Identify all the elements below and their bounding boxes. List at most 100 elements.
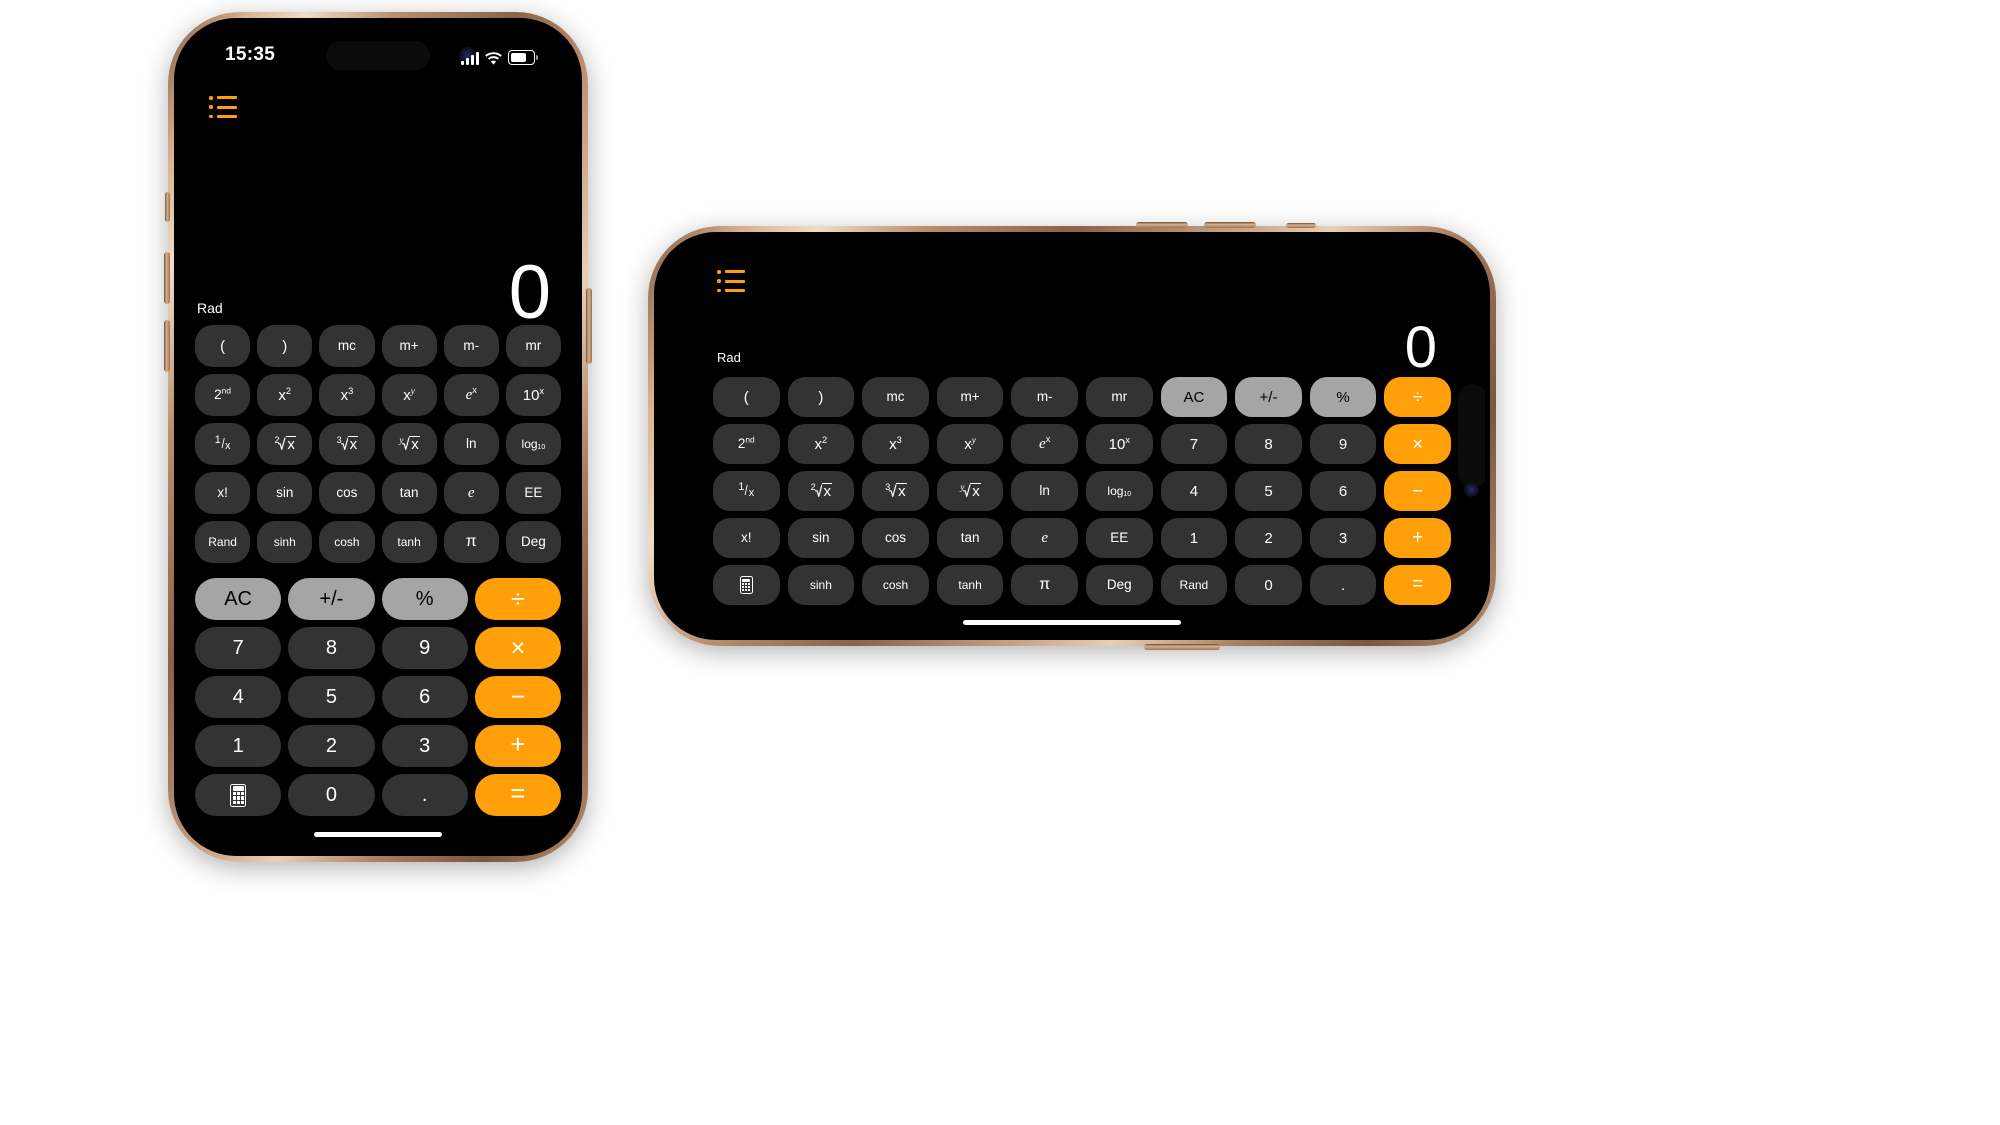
key-memory-clear[interactable]: mc	[862, 377, 929, 417]
key-log-base-10[interactable]: log10	[505, 423, 561, 465]
volume-up-button[interactable]	[164, 252, 170, 304]
volume-down-button[interactable]	[164, 320, 170, 372]
key-basic-calculator[interactable]	[713, 565, 780, 605]
key-hyperbolic-tangent[interactable]: tanh	[381, 521, 437, 563]
key-6[interactable]: 6	[1309, 471, 1377, 511]
key-divide[interactable]: ÷	[474, 578, 561, 620]
key-e-to-x[interactable]: ex	[1011, 424, 1078, 464]
key-pi[interactable]: π	[1011, 565, 1078, 605]
key-hyperbolic-sine[interactable]: sinh	[257, 521, 313, 563]
key-natural-log[interactable]: ln	[443, 423, 499, 465]
key-x-cubed[interactable]: x3	[862, 424, 929, 464]
key-cosine[interactable]: cos	[319, 472, 375, 514]
key-exponent-entry[interactable]: EE	[1085, 518, 1153, 558]
key-2[interactable]: 2	[288, 725, 375, 767]
key-y-root[interactable]: yx	[936, 471, 1004, 511]
key-hyperbolic-sine[interactable]: sinh	[787, 565, 855, 605]
key-hyperbolic-cosine[interactable]: cosh	[319, 521, 375, 563]
key-percent[interactable]: %	[1309, 377, 1377, 417]
power-button[interactable]	[1144, 644, 1220, 650]
key-9[interactable]: 9	[1309, 424, 1377, 464]
key-sign-toggle[interactable]: +/-	[1235, 377, 1302, 417]
key-hyperbolic-tangent[interactable]: tanh	[936, 565, 1004, 605]
key-4[interactable]: 4	[195, 676, 282, 718]
volume-up-button[interactable]	[1204, 222, 1256, 228]
key-equals[interactable]: =	[474, 774, 561, 816]
key-subtract[interactable]: −	[474, 676, 561, 718]
key-reciprocal[interactable]: 1/x	[195, 423, 251, 465]
key-cube-root[interactable]: 3x	[319, 423, 375, 465]
key-x-cubed[interactable]: x3	[319, 374, 375, 416]
key-memory-recall[interactable]: mr	[505, 325, 561, 367]
key-5[interactable]: 5	[1235, 471, 1302, 511]
key-x-squared[interactable]: x2	[787, 424, 855, 464]
key-memory-add[interactable]: m+	[381, 325, 437, 367]
key-basic-calculator[interactable]	[195, 774, 282, 816]
key-multiply[interactable]: ×	[474, 627, 561, 669]
key-hyperbolic-cosine[interactable]: cosh	[862, 565, 929, 605]
key-open-paren[interactable]: (	[713, 377, 780, 417]
key-cube-root[interactable]: 3x	[862, 471, 929, 511]
key-8[interactable]: 8	[1235, 424, 1302, 464]
key-close-paren[interactable]: )	[257, 325, 313, 367]
key-square-root[interactable]: 2x	[787, 471, 855, 511]
key-random[interactable]: Rand	[195, 521, 251, 563]
key-8[interactable]: 8	[288, 627, 375, 669]
list-bullet-icon[interactable]	[717, 270, 745, 292]
key-second-function[interactable]: 2nd	[713, 424, 780, 464]
key-4[interactable]: 4	[1160, 471, 1228, 511]
key-sign-toggle[interactable]: +/-	[288, 578, 375, 620]
key-x-to-y[interactable]: xy	[381, 374, 437, 416]
key-memory-subtract[interactable]: m-	[1011, 377, 1078, 417]
key-x-to-y[interactable]: xy	[936, 424, 1004, 464]
key-2[interactable]: 2	[1235, 518, 1302, 558]
key-7[interactable]: 7	[195, 627, 282, 669]
key-memory-add[interactable]: m+	[936, 377, 1004, 417]
silent-switch[interactable]	[165, 192, 170, 222]
key-0[interactable]: 0	[1235, 565, 1302, 605]
key-equals[interactable]: =	[1384, 565, 1451, 605]
key-divide[interactable]: ÷	[1384, 377, 1451, 417]
key-ten-to-x[interactable]: 10x	[505, 374, 561, 416]
key-sine[interactable]: sin	[787, 518, 855, 558]
key-second-function[interactable]: 2nd	[195, 374, 251, 416]
key-memory-clear[interactable]: mc	[319, 325, 375, 367]
silent-switch[interactable]	[1286, 223, 1316, 228]
key-memory-recall[interactable]: mr	[1085, 377, 1153, 417]
key-close-paren[interactable]: )	[787, 377, 855, 417]
key-5[interactable]: 5	[288, 676, 375, 718]
key-add[interactable]: +	[474, 725, 561, 767]
key-square-root[interactable]: 2x	[257, 423, 313, 465]
key-factorial[interactable]: x!	[195, 472, 251, 514]
key-cosine[interactable]: cos	[862, 518, 929, 558]
key-open-paren[interactable]: (	[195, 325, 251, 367]
home-indicator[interactable]	[314, 832, 442, 837]
key-natural-log[interactable]: ln	[1011, 471, 1078, 511]
key-random[interactable]: Rand	[1160, 565, 1228, 605]
key-e-to-x[interactable]: ex	[443, 374, 499, 416]
list-bullet-icon[interactable]	[209, 96, 237, 118]
power-button[interactable]	[586, 288, 592, 364]
key-x-squared[interactable]: x2	[257, 374, 313, 416]
volume-down-button[interactable]	[1136, 222, 1188, 228]
key-3[interactable]: 3	[381, 725, 468, 767]
key-1[interactable]: 1	[1160, 518, 1228, 558]
key-percent[interactable]: %	[381, 578, 468, 620]
key-1[interactable]: 1	[195, 725, 282, 767]
key-reciprocal[interactable]: 1/x	[713, 471, 780, 511]
key-euler-number[interactable]: e	[1011, 518, 1078, 558]
key-pi[interactable]: π	[443, 521, 499, 563]
key-y-root[interactable]: yx	[381, 423, 437, 465]
key-degrees-toggle[interactable]: Deg	[505, 521, 561, 563]
key-decimal-point[interactable]: .	[381, 774, 468, 816]
key-all-clear[interactable]: AC	[1160, 377, 1228, 417]
key-tangent[interactable]: tan	[381, 472, 437, 514]
key-sine[interactable]: sin	[257, 472, 313, 514]
key-factorial[interactable]: x!	[713, 518, 780, 558]
key-degrees-toggle[interactable]: Deg	[1085, 565, 1153, 605]
key-tangent[interactable]: tan	[936, 518, 1004, 558]
key-6[interactable]: 6	[381, 676, 468, 718]
home-indicator[interactable]	[963, 620, 1181, 625]
key-decimal-point[interactable]: .	[1309, 565, 1377, 605]
key-log-base-10[interactable]: log10	[1085, 471, 1153, 511]
